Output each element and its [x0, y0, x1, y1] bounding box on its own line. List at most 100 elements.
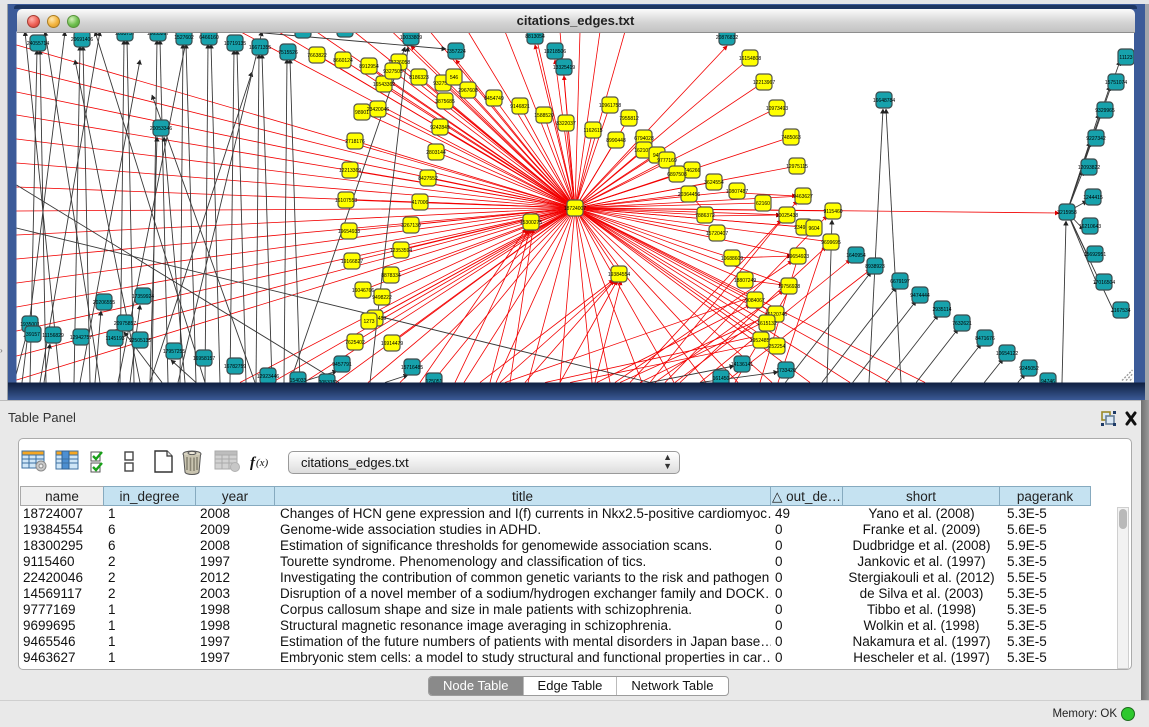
svg-text:20206555: 20206555	[93, 300, 115, 306]
svg-text:62160: 62160	[756, 201, 770, 207]
svg-text:1615132: 1615132	[757, 321, 777, 327]
svg-text:19654923: 19654923	[787, 254, 809, 260]
svg-text:8938923: 8938923	[865, 264, 885, 270]
svg-text:1145193: 1145193	[105, 336, 124, 342]
svg-text:20691406: 20691406	[71, 37, 93, 43]
svg-text:12923446: 12923446	[257, 374, 279, 380]
svg-text:20053346: 20053346	[150, 126, 172, 132]
svg-text:3215958: 3215958	[1057, 210, 1077, 216]
svg-text:7515526: 7515526	[278, 50, 298, 56]
svg-text:15300275: 15300275	[520, 220, 542, 226]
svg-text:9498222: 9498222	[372, 295, 392, 301]
svg-text:18807249: 18807249	[734, 278, 756, 284]
svg-text:24055714: 24055714	[27, 41, 49, 47]
svg-text:12213967: 12213967	[753, 80, 775, 86]
svg-text:9699695: 9699695	[821, 240, 841, 246]
svg-text:7357224: 7357224	[446, 49, 466, 55]
svg-text:12975115: 12975115	[786, 164, 808, 170]
svg-text:16648784: 16648784	[873, 98, 895, 104]
svg-text:252254: 252254	[769, 344, 786, 350]
svg-text:9777169: 9777169	[657, 158, 677, 164]
svg-text:11123: 11123	[1119, 55, 1132, 61]
svg-text:1640954: 1640954	[846, 253, 866, 259]
svg-text:8912954: 8912954	[359, 64, 379, 70]
svg-text:10033809: 10033809	[400, 35, 422, 41]
svg-text:3875685: 3875685	[435, 99, 455, 105]
svg-text:16107553: 16107553	[335, 198, 357, 204]
svg-text:16046766: 16046766	[352, 288, 374, 294]
svg-text:14136141: 14136141	[731, 362, 753, 368]
svg-text:19166827: 19166827	[341, 259, 363, 265]
svg-text:161450: 161450	[713, 376, 730, 382]
svg-text:8186323: 8186323	[409, 75, 429, 81]
svg-text:19218506: 19218506	[544, 49, 566, 55]
svg-text:2935114: 2935114	[932, 307, 951, 313]
svg-text:10654122: 10654122	[996, 351, 1018, 357]
svg-text:12213369: 12213369	[339, 168, 361, 174]
svg-text:2718176: 2718176	[345, 139, 365, 145]
svg-text:20975857: 20975857	[114, 321, 136, 327]
svg-text:16958157: 16958157	[193, 356, 215, 362]
svg-text:16154808: 16154808	[739, 56, 761, 62]
svg-text:10719135: 10719135	[224, 41, 246, 47]
svg-text:9242845: 9242845	[430, 125, 450, 131]
svg-text:8813054: 8813054	[525, 34, 545, 40]
svg-text:17016504: 17016504	[1093, 280, 1115, 286]
svg-text:8471676: 8471676	[975, 336, 995, 342]
svg-text:8990448: 8990448	[606, 138, 626, 144]
svg-text:19384554: 19384554	[608, 272, 630, 278]
svg-text:10688609: 10688609	[721, 256, 743, 262]
svg-text:7625402: 7625402	[345, 340, 365, 346]
svg-text:9227342: 9227342	[1086, 136, 1106, 142]
svg-text:9474444: 9474444	[910, 293, 930, 299]
svg-text:18724007: 18724007	[564, 206, 586, 212]
svg-text:2967608: 2967608	[458, 88, 478, 94]
svg-text:1588520: 1588520	[534, 113, 554, 119]
svg-text:1244415: 1244415	[1083, 195, 1103, 201]
svg-text:2803144: 2803144	[426, 150, 446, 156]
svg-text:1167534: 1167534	[1111, 308, 1130, 314]
svg-text:7485063: 7485063	[781, 135, 801, 141]
svg-text:7632621: 7632621	[952, 321, 972, 327]
svg-text:8322037: 8322037	[556, 121, 576, 127]
svg-text:9146821: 9146821	[510, 104, 530, 110]
svg-text:1162615: 1162615	[583, 128, 602, 134]
svg-text:12093822: 12093822	[1078, 165, 1100, 171]
svg-text:6466160: 6466160	[199, 35, 219, 41]
svg-text:1733426: 1733426	[776, 368, 796, 374]
svg-text:20876832: 20876832	[716, 35, 738, 41]
svg-text:13325419: 13325419	[553, 65, 575, 71]
svg-text:16543362: 16543362	[373, 82, 395, 88]
svg-text:9084067: 9084067	[745, 298, 765, 304]
svg-text:10807487: 10807487	[726, 189, 748, 195]
svg-text:6794028: 6794028	[634, 136, 654, 142]
svg-text:(x): (x)	[256, 457, 269, 469]
svg-text:8878334: 8878334	[381, 273, 401, 279]
svg-text:9329965: 9329965	[1095, 108, 1115, 114]
svg-text:10973493: 10973493	[766, 106, 788, 112]
svg-text:16671355: 16671355	[249, 45, 271, 51]
svg-text:9463627: 9463627	[793, 194, 813, 200]
svg-text:39157: 39157	[26, 332, 40, 338]
svg-text:10025438: 10025438	[776, 213, 798, 219]
svg-text:9604: 9604	[808, 226, 819, 232]
svg-text:1527602: 1527602	[174, 35, 194, 41]
svg-text:15720407: 15720407	[706, 231, 728, 237]
svg-text:12942757: 12942757	[70, 335, 92, 341]
svg-text:15716485: 15716485	[401, 365, 423, 371]
svg-text:3267130: 3267130	[401, 223, 421, 229]
svg-text:15692951: 15692951	[1084, 252, 1106, 258]
svg-text:12353594: 12353594	[390, 248, 412, 254]
svg-text:3624554: 3624554	[704, 180, 724, 186]
svg-text:1273: 1273	[363, 319, 374, 325]
svg-text:417006: 417006	[412, 200, 429, 206]
svg-text:16210643: 16210643	[1079, 224, 1101, 230]
svg-text:9327505: 9327505	[383, 69, 403, 75]
svg-text:16782759: 16782759	[224, 364, 246, 370]
svg-text:6679197: 6679197	[890, 279, 910, 285]
svg-text:23420046: 23420046	[367, 107, 389, 113]
svg-text:12505135: 12505135	[129, 338, 151, 344]
svg-text:546: 546	[450, 75, 459, 81]
svg-text:19654933: 19654933	[338, 229, 360, 235]
svg-text:16914479: 16914479	[381, 341, 403, 347]
